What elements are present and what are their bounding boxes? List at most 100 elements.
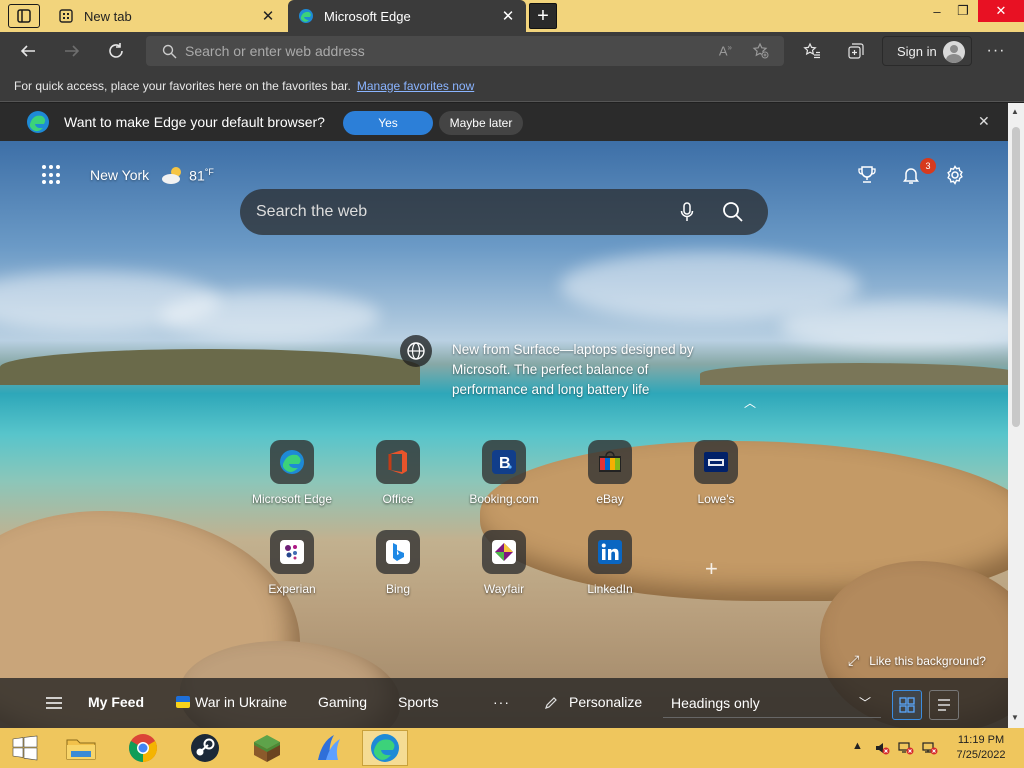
back-arrow-icon bbox=[20, 45, 35, 57]
minecraft-grass-block-icon bbox=[254, 735, 280, 762]
browser-toolbar: A» Sign in ··· bbox=[0, 32, 1024, 70]
edge-icon bbox=[270, 440, 314, 484]
feed-tab-gaming[interactable]: Gaming bbox=[318, 694, 367, 710]
volume-muted-icon[interactable] bbox=[874, 740, 890, 759]
new-tab-button[interactable]: + bbox=[529, 3, 557, 29]
rewards-button[interactable] bbox=[855, 163, 879, 187]
scroll-thumb[interactable] bbox=[1012, 127, 1020, 427]
content-visibility-select[interactable]: Headings only ﹀ bbox=[663, 688, 881, 718]
tile-label: Booking.com bbox=[469, 492, 539, 506]
quick-link-tile[interactable]: LinkedIn bbox=[565, 530, 655, 596]
favorites-button[interactable] bbox=[798, 38, 826, 64]
hamburger-menu-icon[interactable] bbox=[45, 696, 63, 710]
search-icon[interactable] bbox=[722, 201, 744, 223]
settings-and-more-button[interactable]: ··· bbox=[982, 38, 1010, 64]
quick-link-tile[interactable]: eBay bbox=[565, 440, 655, 506]
manage-favorites-link[interactable]: Manage favorites now bbox=[357, 79, 474, 93]
tab-microsoft-edge[interactable]: Microsoft Edge ✕ bbox=[288, 0, 526, 32]
edge-icon bbox=[298, 8, 314, 24]
tile-label: Experian bbox=[268, 582, 316, 596]
promo-headline-link[interactable]: New from Surface—laptops designed by Mic… bbox=[452, 340, 722, 400]
windows-logo-icon bbox=[12, 735, 38, 761]
add-favorite-icon[interactable] bbox=[752, 42, 770, 60]
display-warning-icon[interactable] bbox=[922, 740, 938, 759]
yes-button[interactable]: Yes bbox=[343, 111, 433, 135]
web-search-input[interactable] bbox=[256, 203, 656, 221]
sign-in-button[interactable]: Sign in bbox=[882, 36, 972, 66]
quick-link-tile[interactable]: Wayfair bbox=[459, 530, 549, 596]
title-bar: New tab ✕ Microsoft Edge ✕ + – ❐ ✕ bbox=[0, 0, 1024, 32]
close-tab-icon[interactable]: ✕ bbox=[500, 7, 516, 25]
page-settings-button[interactable] bbox=[943, 163, 967, 187]
like-background-button[interactable]: ⤢ Like this background? bbox=[848, 652, 986, 669]
close-banner-icon[interactable]: ✕ bbox=[978, 113, 990, 130]
quick-link-tile[interactable]: Experian bbox=[247, 530, 337, 596]
address-input[interactable] bbox=[185, 43, 719, 59]
quick-link-tile[interactable]: Office bbox=[353, 440, 443, 506]
scroll-up-arrow-icon[interactable]: ▲ bbox=[1011, 107, 1019, 116]
quick-link-tile[interactable]: Bing bbox=[353, 530, 443, 596]
bell-icon bbox=[903, 168, 919, 184]
gear-icon bbox=[947, 165, 963, 185]
search-icon bbox=[162, 44, 177, 58]
add-site-button[interactable]: + bbox=[705, 556, 718, 582]
address-bar[interactable]: A» bbox=[146, 36, 784, 66]
chrome-taskbar-button[interactable] bbox=[120, 730, 166, 766]
quick-link-tile[interactable]: Lowe's bbox=[671, 440, 761, 506]
tile-label: Lowe's bbox=[697, 492, 735, 506]
background-cloud bbox=[160, 291, 380, 341]
show-hidden-icons-button[interactable]: ▲ bbox=[852, 740, 863, 752]
web-search-box[interactable] bbox=[240, 189, 768, 235]
microphone-icon[interactable] bbox=[680, 202, 694, 222]
booking-icon: B bbox=[482, 440, 526, 484]
steam-icon bbox=[191, 734, 219, 762]
expand-icon: ⤢ bbox=[848, 652, 860, 668]
app-taskbar-button[interactable] bbox=[306, 730, 352, 766]
page-scrollbar[interactable]: ▲ ▼ bbox=[1008, 103, 1024, 728]
my-feed-tab[interactable]: My Feed bbox=[88, 694, 144, 710]
content-visibility-value: Headings only bbox=[671, 694, 760, 711]
network-icon[interactable] bbox=[898, 740, 914, 759]
clock-date: 7/25/2022 bbox=[956, 749, 1006, 761]
weather-widget[interactable]: New York 81°F bbox=[90, 165, 214, 185]
back-button[interactable] bbox=[14, 38, 42, 64]
office-icon bbox=[376, 440, 420, 484]
steam-taskbar-button[interactable] bbox=[182, 730, 228, 766]
close-tab-icon[interactable]: ✕ bbox=[260, 7, 276, 25]
lowes-icon bbox=[694, 440, 738, 484]
read-aloud-icon[interactable]: A» bbox=[719, 43, 732, 58]
edge-taskbar-button[interactable] bbox=[362, 730, 408, 766]
tab-actions-button[interactable] bbox=[8, 4, 40, 28]
app-launcher-icon[interactable] bbox=[42, 165, 62, 185]
file-explorer-taskbar-button[interactable] bbox=[58, 730, 104, 766]
refresh-button[interactable] bbox=[102, 38, 130, 64]
promo-globe-icon[interactable] bbox=[400, 335, 432, 367]
quick-link-tile[interactable]: Microsoft Edge bbox=[247, 440, 337, 506]
personalize-button[interactable]: Personalize bbox=[569, 694, 642, 710]
feed-more-button[interactable]: ··· bbox=[493, 694, 510, 710]
tab-new-tab[interactable]: New tab ✕ bbox=[48, 0, 286, 32]
weather-temperature: 81°F bbox=[189, 166, 214, 184]
feed-tab-war-in-ukraine[interactable]: War in Ukraine bbox=[195, 694, 287, 710]
maybe-later-button[interactable]: Maybe later bbox=[439, 111, 523, 135]
minecraft-taskbar-button[interactable] bbox=[244, 730, 290, 766]
close-window-button[interactable]: ✕ bbox=[978, 0, 1024, 22]
feed-navigation-bar: My Feed War in Ukraine Gaming Sports ···… bbox=[0, 678, 1008, 728]
collections-button[interactable] bbox=[842, 38, 870, 64]
forward-button[interactable] bbox=[58, 38, 86, 64]
maximize-button[interactable]: ❐ bbox=[948, 0, 978, 22]
partly-cloudy-icon bbox=[162, 167, 182, 184]
grid-layout-button[interactable] bbox=[892, 690, 922, 720]
quick-link-tile[interactable]: B Booking.com bbox=[459, 440, 549, 506]
start-button[interactable] bbox=[2, 730, 48, 766]
feed-tab-sports[interactable]: Sports bbox=[398, 694, 438, 710]
refresh-icon bbox=[109, 43, 123, 58]
default-browser-banner: Want to make Edge your default browser? … bbox=[0, 103, 1008, 141]
background-hill bbox=[700, 363, 1008, 385]
taskbar-clock[interactable]: 11:19 PM 7/25/2022 bbox=[948, 733, 1014, 763]
chevron-up-icon[interactable]: ︿ bbox=[744, 394, 756, 411]
list-layout-button[interactable] bbox=[929, 690, 959, 720]
scroll-down-arrow-icon[interactable]: ▼ bbox=[1011, 713, 1019, 722]
weather-city: New York bbox=[90, 167, 150, 183]
windows-taskbar: ▲ 11:19 PM 7/25/2022 bbox=[0, 728, 1024, 768]
